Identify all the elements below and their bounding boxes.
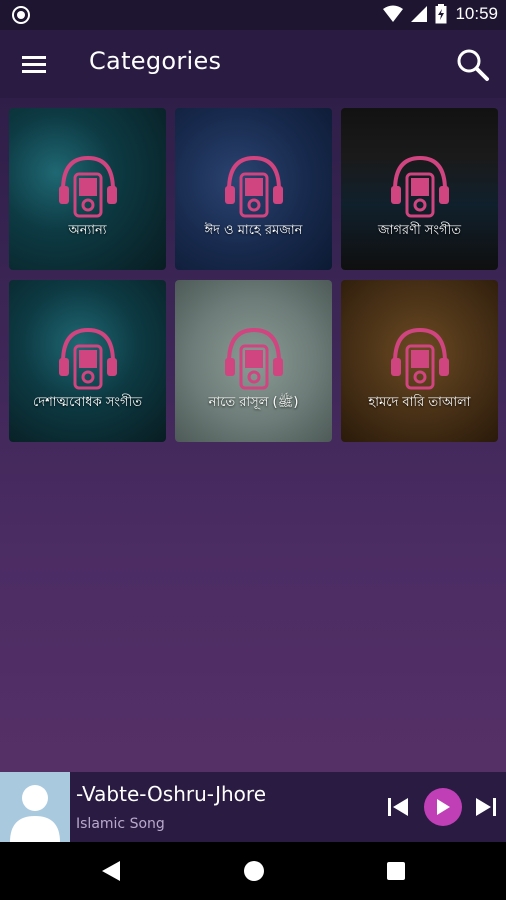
status-time: 10:59 [455, 4, 498, 23]
headphone-player-icon [225, 155, 283, 218]
play-icon [437, 799, 450, 815]
category-label: জাগরণী সংগীত [378, 223, 461, 238]
home-icon[interactable] [243, 860, 265, 882]
skip-next-icon[interactable] [474, 795, 498, 819]
category-card[interactable]: ঈদ ও মাহে রমজান [175, 108, 332, 270]
category-label: হামদে বারি তাআলা [368, 395, 471, 410]
page-title: Categories [89, 47, 222, 75]
headphone-player-icon [391, 155, 449, 218]
skip-previous-icon[interactable] [386, 795, 410, 819]
category-card[interactable]: দেশাত্মবোধক সংগীত [9, 280, 166, 442]
app-content: Categories অন্যান্য ঈদ ও মাহে রমজান জাগর… [0, 30, 506, 772]
system-nav-bar [0, 842, 506, 900]
search-button[interactable] [454, 46, 492, 84]
battery-icon [435, 4, 447, 24]
category-card[interactable]: জাগরণী সংগীত [341, 108, 498, 270]
category-card[interactable]: অন্যান্য [9, 108, 166, 270]
hamburger-menu-button[interactable] [14, 48, 54, 80]
wifi-icon [383, 5, 404, 22]
category-card[interactable]: নাতে রাসূল (ﷺ) [175, 280, 332, 442]
hamburger-menu-icon [22, 56, 46, 73]
now-playing-subtitle: Islamic Song [76, 816, 165, 832]
album-art [0, 772, 70, 842]
category-label: ঈদ ও মাহে রমজান [204, 223, 303, 238]
toolbar: Categories [0, 30, 506, 98]
recent-apps-icon[interactable] [386, 861, 406, 881]
category-label: নাতে রাসূল (ﷺ) [208, 395, 299, 410]
headphone-player-icon [391, 327, 449, 390]
headphone-player-icon [225, 327, 283, 390]
status-bar: 10:59 [0, 0, 506, 30]
play-button[interactable] [424, 788, 462, 826]
search-icon [457, 49, 489, 81]
category-card[interactable]: হামদে বারি তাআলা [341, 280, 498, 442]
user-avatar-icon [0, 772, 70, 842]
notification-dot-icon [12, 6, 30, 24]
headphone-player-icon [59, 327, 117, 390]
mini-player[interactable]: -Vabte-Oshru-Jhore Islamic Song [0, 772, 506, 842]
category-label: অন্যান্য [68, 223, 107, 238]
back-icon[interactable] [100, 860, 122, 882]
now-playing-title: -Vabte-Oshru-Jhore [76, 782, 267, 806]
headphone-player-icon [59, 155, 117, 218]
category-label: দেশাত্মবোধক সংগীত [32, 395, 142, 410]
signal-icon [411, 6, 428, 22]
